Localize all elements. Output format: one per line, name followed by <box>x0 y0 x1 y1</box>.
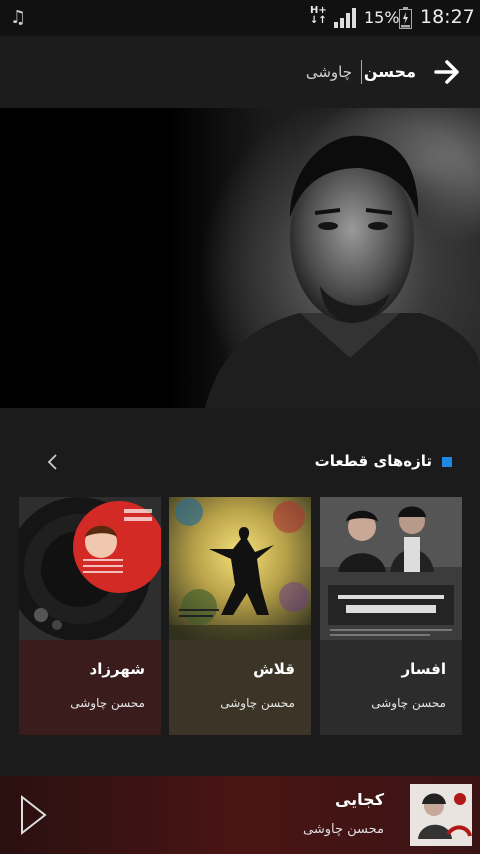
title-divider <box>361 60 362 84</box>
artist-first-name: محسن <box>363 62 416 81</box>
now-playing-cover <box>410 784 472 846</box>
album-card[interactable]: شهرزاد محسن چاوشی <box>19 497 161 735</box>
album-cover <box>320 497 462 640</box>
now-playing-artist: محسن چاوشی <box>303 822 384 837</box>
arrow-right-icon[interactable] <box>432 57 462 87</box>
artist-portrait-illustration <box>205 135 480 408</box>
signal-icon <box>334 8 356 28</box>
network-type: H+ ↓↑ <box>310 5 327 26</box>
chevron-left-icon[interactable] <box>44 452 62 472</box>
section-marker-icon <box>442 457 452 467</box>
clock: 18:27 <box>420 6 475 28</box>
album-cover <box>19 497 161 641</box>
mini-player[interactable]: کجایی محسن چاوشی <box>0 776 480 854</box>
album-cover <box>169 497 311 640</box>
album-info: افسار محسن چاوشی <box>320 640 462 735</box>
music-note-icon: ♫ <box>10 7 27 28</box>
section-title: تازه‌های قطعات <box>314 452 432 470</box>
album-card[interactable]: افسار محسن چاوشی <box>320 497 462 735</box>
now-playing-title: کجایی <box>334 790 384 809</box>
app-bar: محسن چاوشی <box>0 36 480 108</box>
album-title: شهرزاد <box>89 660 145 678</box>
album-info: شهرزاد محسن چاوشی <box>19 640 161 735</box>
artist-last-name: چاوشی <box>305 63 352 81</box>
album-card[interactable]: قلاش محسن چاوشی <box>169 497 311 735</box>
network-label: H+ <box>310 5 327 16</box>
artist-hero-image <box>0 108 480 408</box>
album-info: قلاش محسن چاوشی <box>169 640 311 735</box>
album-title: قلاش <box>253 660 295 678</box>
status-bar: ♫ H+ ↓↑ 15% 18:27 <box>0 0 480 36</box>
album-artist: محسن چاوشی <box>220 696 295 710</box>
latest-tracks-header: تازه‌های قطعات <box>0 440 480 484</box>
battery-percent: 15% <box>364 8 400 27</box>
album-artist: محسن چاوشی <box>371 696 446 710</box>
album-title: افسار <box>401 660 447 678</box>
album-artist: محسن چاوشی <box>70 696 145 710</box>
play-icon[interactable] <box>18 794 48 836</box>
battery-icon <box>399 7 412 29</box>
